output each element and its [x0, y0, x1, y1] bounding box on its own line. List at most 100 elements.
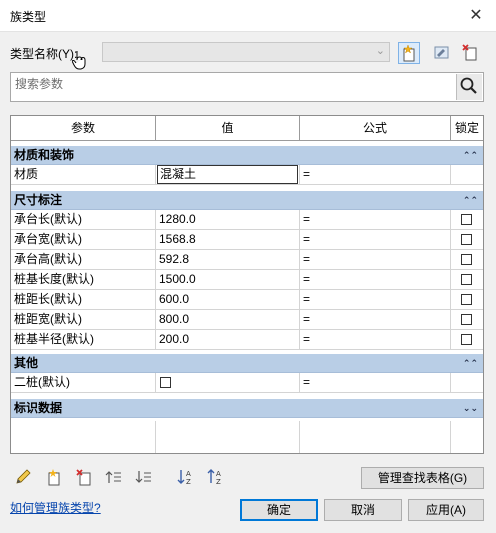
sort-ascending-button[interactable]: A Z [176, 467, 196, 487]
move-up-icon [105, 471, 121, 483]
rename-type-button[interactable] [431, 42, 453, 64]
table-row: 材质 混凝土 = [11, 165, 483, 185]
value-cell[interactable]: 592.8 [156, 250, 300, 269]
formula-cell[interactable]: = [300, 330, 451, 349]
value-cell[interactable]: 1500.0 [156, 270, 300, 289]
lock-cell [451, 330, 483, 349]
value-cell[interactable]: 1568.8 [156, 230, 300, 249]
pencil-icon [16, 469, 31, 484]
move-down-icon [135, 471, 151, 483]
manage-lookup-tables-button[interactable]: 管理查找表格(G) [361, 467, 484, 489]
value-cell[interactable]: 200.0 [156, 330, 300, 349]
parameters-grid: 参数 值 公式 锁定 材质和装饰 ⌃⌃ 材质 混凝土 = 尺寸标注 ⌃⌃ 承台长… [10, 115, 484, 454]
value-cell[interactable]: 800.0 [156, 310, 300, 329]
collapse-up-icon[interactable]: ⌃⌃ [463, 146, 478, 165]
lock-checkbox[interactable] [461, 234, 472, 245]
new-parameter-button[interactable] [44, 467, 64, 487]
cancel-button[interactable]: 取消 [324, 499, 402, 521]
help-link[interactable]: 如何管理族类型? [10, 499, 101, 516]
value-cell[interactable]: 1280.0 [156, 210, 300, 229]
sort-descending-icon: A Z [207, 469, 221, 486]
expand-down-icon[interactable]: ⌄⌄ [463, 399, 478, 418]
hand-cursor-icon [72, 51, 86, 70]
param-name: 承台宽(默认) [11, 230, 156, 249]
formula-cell[interactable]: = [300, 310, 451, 329]
delete-parameter-icon [76, 469, 91, 486]
lock-checkbox[interactable] [461, 314, 472, 325]
formula-cell[interactable]: = [300, 230, 451, 249]
type-name-select[interactable]: ⌄ [102, 42, 390, 62]
svg-text:A: A [216, 470, 221, 478]
header-lock[interactable]: 锁定 [451, 116, 483, 140]
close-icon: ✕ [469, 7, 483, 24]
table-row: 承台高(默认) 592.8 = [11, 250, 483, 270]
value-checkbox[interactable] [160, 377, 171, 388]
close-button[interactable]: ✕ [456, 0, 496, 31]
new-type-button[interactable] [398, 42, 420, 64]
empty-row [11, 421, 483, 453]
collapse-up-icon[interactable]: ⌃⌃ [463, 354, 478, 373]
formula-cell[interactable]: = [300, 210, 451, 229]
section-dimensions[interactable]: 尺寸标注 ⌃⌃ [11, 191, 483, 210]
edit-parameter-button[interactable] [14, 467, 34, 487]
apply-button[interactable]: 应用(A) [408, 499, 484, 521]
lock-checkbox[interactable] [461, 254, 472, 265]
section-title: 材质和装饰 [14, 148, 75, 162]
value-cell[interactable] [156, 373, 300, 392]
header-value[interactable]: 值 [156, 116, 300, 140]
section-materials[interactable]: 材质和装饰 ⌃⌃ [11, 146, 483, 165]
lock-checkbox[interactable] [461, 214, 472, 225]
search-button[interactable] [456, 74, 482, 100]
lock-cell [451, 310, 483, 329]
new-type-icon [403, 44, 415, 62]
table-row: 承台宽(默认) 1568.8 = [11, 230, 483, 250]
lock-cell [451, 290, 483, 309]
move-up-button[interactable] [104, 467, 124, 487]
search-input[interactable]: 搜索参数 [10, 72, 484, 102]
header-param[interactable]: 参数 [11, 116, 156, 140]
section-title: 其他 [14, 356, 39, 370]
section-identity-data[interactable]: 标识数据 ⌄⌄ [11, 399, 483, 418]
table-row: 桩距宽(默认) 800.0 = [11, 310, 483, 330]
section-title: 标识数据 [14, 401, 63, 415]
formula-cell[interactable]: = [300, 373, 451, 392]
type-name-label: 类型名称(Y): [10, 47, 78, 61]
section-other[interactable]: 其他 ⌃⌃ [11, 354, 483, 373]
sort-ascending-icon: A Z [177, 470, 191, 486]
param-name: 承台高(默认) [11, 250, 156, 269]
collapse-up-icon[interactable]: ⌃⌃ [463, 191, 478, 210]
move-down-button[interactable] [134, 467, 154, 487]
formula-cell[interactable]: = [300, 165, 451, 184]
window-title: 族类型 [10, 10, 47, 24]
value-cell[interactable]: 600.0 [156, 290, 300, 309]
material-value-field[interactable]: 混凝土 [157, 165, 298, 184]
table-row: 桩基长度(默认) 1500.0 = [11, 270, 483, 290]
rename-type-icon [434, 46, 449, 59]
lock-checkbox[interactable] [461, 274, 472, 285]
lock-checkbox[interactable] [461, 294, 472, 305]
param-name: 桩距宽(默认) [11, 310, 156, 329]
formula-cell[interactable]: = [300, 290, 451, 309]
param-name: 材质 [11, 165, 156, 184]
svg-text:Z: Z [216, 478, 221, 486]
delete-type-button[interactable] [460, 42, 482, 64]
sort-descending-button[interactable]: A Z [206, 467, 226, 487]
table-row: 承台长(默认) 1280.0 = [11, 210, 483, 230]
chevron-down-icon: ⌄ [375, 45, 385, 57]
grid-header: 参数 值 公式 锁定 [11, 116, 483, 141]
table-row: 桩基半径(默认) 200.0 = [11, 330, 483, 350]
delete-type-icon [462, 44, 477, 61]
table-row: 二桩(默认) = [11, 373, 483, 393]
lock-checkbox[interactable] [461, 334, 472, 345]
param-name: 桩基长度(默认) [11, 270, 156, 289]
ok-button[interactable]: 确定 [240, 499, 318, 521]
lock-cell [451, 165, 483, 184]
formula-cell[interactable]: = [300, 270, 451, 289]
delete-parameter-button[interactable] [74, 467, 94, 487]
lock-cell [451, 270, 483, 289]
param-name: 二桩(默认) [11, 373, 156, 392]
formula-cell[interactable]: = [300, 250, 451, 269]
header-formula[interactable]: 公式 [300, 116, 451, 140]
lock-cell [451, 210, 483, 229]
param-name: 承台长(默认) [11, 210, 156, 229]
